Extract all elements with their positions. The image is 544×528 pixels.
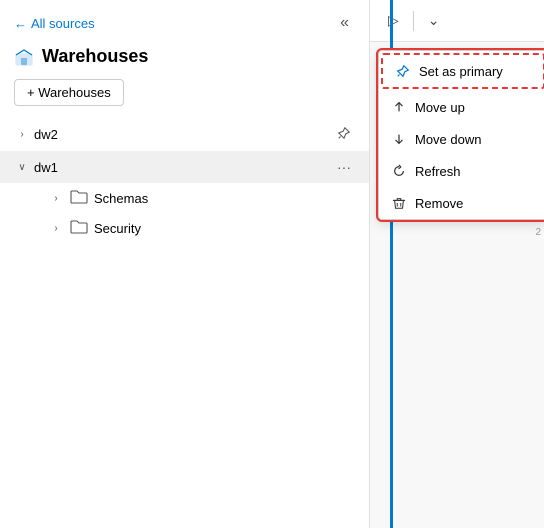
folder-icon-security <box>70 219 88 237</box>
menu-item-set-primary[interactable]: Set as primary <box>381 53 544 89</box>
tree-item-dw2[interactable]: › dw2 <box>0 118 369 151</box>
sub-item-schemas[interactable]: › Schemas <box>0 183 369 213</box>
num-2: 2 <box>532 221 544 243</box>
right-panel: ▷ ⌄ Set as primary Move up <box>370 0 544 528</box>
left-panel: ← All sources « Warehouses + Warehouses … <box>0 0 370 528</box>
chevron-down-button[interactable]: ⌄ <box>420 8 448 33</box>
folder-icon-schemas <box>70 189 88 207</box>
tree-section: › dw2 ∨ dw1 ··· › <box>0 118 369 528</box>
warehouse-icon <box>14 47 34 67</box>
move-down-label: Move down <box>415 132 481 147</box>
tree-item-dw1[interactable]: ∨ dw1 ··· <box>0 151 369 183</box>
chevron-right-security: › <box>48 220 64 236</box>
pin-menu-icon <box>395 63 411 79</box>
security-label: Security <box>94 221 141 236</box>
toolbar-row: ▷ ⌄ <box>370 0 544 42</box>
move-up-label: Move up <box>415 100 465 115</box>
menu-item-move-down[interactable]: Move down <box>379 123 544 155</box>
remove-label: Remove <box>415 196 463 211</box>
refresh-label: Refresh <box>415 164 461 179</box>
context-menu: Set as primary Move up Move down <box>378 50 544 220</box>
dw2-actions <box>333 124 355 145</box>
back-label: All sources <box>31 16 95 31</box>
chevron-down-icon-dw1: ∨ <box>14 159 30 175</box>
move-down-icon <box>391 131 407 147</box>
dw1-label: dw1 <box>34 160 333 175</box>
dw1-actions: ··· <box>333 157 355 177</box>
collapse-button[interactable]: « <box>334 12 355 34</box>
back-button[interactable]: ← All sources <box>14 16 95 31</box>
menu-item-refresh[interactable]: Refresh <box>379 155 544 187</box>
move-up-icon <box>391 99 407 115</box>
dw2-label: dw2 <box>34 127 333 142</box>
schemas-label: Schemas <box>94 191 148 206</box>
toolbar-divider <box>413 11 414 31</box>
sub-item-security[interactable]: › Security <box>0 213 369 243</box>
menu-item-remove[interactable]: Remove <box>379 187 544 219</box>
pin-icon[interactable] <box>333 124 355 145</box>
arrow-left-icon: ← <box>14 16 27 31</box>
page-title: Warehouses <box>42 46 148 67</box>
more-options-icon[interactable]: ··· <box>333 157 355 177</box>
trash-icon <box>391 195 407 211</box>
chevron-right-schemas: › <box>48 190 64 206</box>
menu-item-move-up[interactable]: Move up <box>379 91 544 123</box>
refresh-icon <box>391 163 407 179</box>
title-row: Warehouses <box>0 42 369 75</box>
add-warehouses-button[interactable]: + Warehouses <box>14 79 124 106</box>
play-button[interactable]: ▷ <box>380 8 407 33</box>
header-row: ← All sources « <box>0 0 369 42</box>
set-primary-label: Set as primary <box>419 64 503 79</box>
chevron-right-icon: › <box>14 127 30 143</box>
